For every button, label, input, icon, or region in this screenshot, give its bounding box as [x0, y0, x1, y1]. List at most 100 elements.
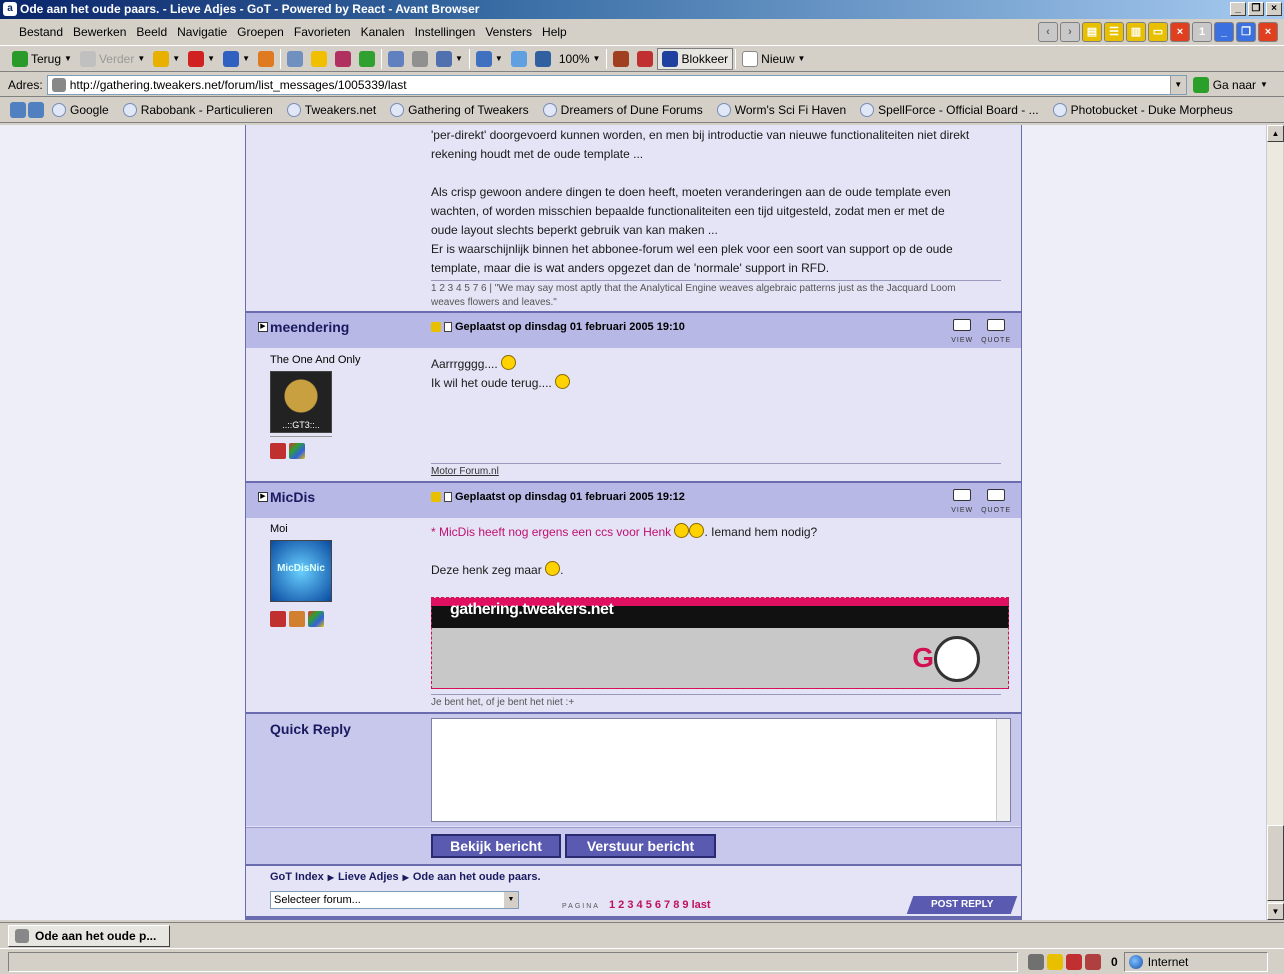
browser-tab[interactable]: Ode aan het oude p...: [8, 925, 170, 947]
chevron-down-icon[interactable]: ▼: [172, 54, 180, 63]
address-input[interactable]: http://gathering.tweakers.net/forum/list…: [46, 74, 1187, 95]
history-button[interactable]: [331, 48, 355, 70]
quote-button[interactable]: QUOTE: [981, 489, 1011, 515]
next-window-icon[interactable]: ›: [1060, 22, 1080, 42]
restore-button[interactable]: ❐: [1248, 2, 1264, 16]
search-button[interactable]: [283, 48, 307, 70]
new-button[interactable]: Nieuw ▼: [738, 48, 809, 70]
minimize-all-icon[interactable]: ▭: [1148, 22, 1168, 42]
chevron-down-icon[interactable]: ▼: [455, 54, 463, 63]
link-photobucket[interactable]: Photobucket - Duke Morpheus: [1047, 103, 1239, 117]
forum-select[interactable]: Selecteer forum... ▼: [270, 891, 519, 909]
send-button[interactable]: Verstuur bericht: [565, 834, 716, 858]
forward-button[interactable]: Verder ▼: [76, 48, 149, 70]
view-button[interactable]: VIEW: [951, 489, 973, 515]
images-button[interactable]: [609, 48, 633, 70]
breadcrumb-link[interactable]: Lieve Adjes: [338, 871, 399, 883]
popup-button[interactable]: [633, 48, 657, 70]
cascade-icon[interactable]: ▤: [1082, 22, 1102, 42]
mail-button[interactable]: ▼: [432, 48, 467, 70]
signature-link[interactable]: Motor Forum.nl: [431, 465, 991, 479]
edit-button[interactable]: [384, 48, 408, 70]
home-icon[interactable]: [289, 611, 305, 627]
quote-button[interactable]: QUOTE: [981, 319, 1011, 345]
stop-button[interactable]: ▼: [184, 48, 219, 70]
channels-button[interactable]: [355, 48, 379, 70]
link-rabobank[interactable]: Rabobank - Particulieren: [117, 103, 279, 117]
link-google[interactable]: Google: [46, 103, 115, 117]
scroll-thumb[interactable]: [1267, 825, 1284, 901]
preview-button[interactable]: Bekijk bericht: [431, 834, 561, 858]
link-tweakers[interactable]: Tweakers.net: [281, 103, 382, 117]
scroll-down-icon[interactable]: ▼: [1267, 903, 1284, 920]
page-links[interactable]: 1 2 3 4 5 6 7 8 9: [609, 899, 689, 911]
tile-vertical-icon[interactable]: ▥: [1126, 22, 1146, 42]
chevron-down-icon[interactable]: ▼: [504, 892, 518, 908]
chevron-down-icon[interactable]: ▼: [593, 54, 601, 63]
fullscreen-button[interactable]: ▼: [472, 48, 507, 70]
child-restore-icon[interactable]: ❐: [1236, 22, 1256, 42]
links-settings-icon[interactable]: [10, 102, 26, 118]
block-button[interactable]: Blokkeer: [657, 47, 734, 70]
chevron-down-icon[interactable]: ▼: [137, 54, 145, 63]
link-spellforce[interactable]: SpellForce - Official Board - ...: [854, 103, 1045, 117]
links-add-icon[interactable]: [28, 102, 44, 118]
minimize-button[interactable]: _: [1230, 2, 1246, 16]
menu-beeld[interactable]: Beeld: [131, 25, 172, 39]
favorites-button[interactable]: [307, 48, 331, 70]
menu-favorieten[interactable]: Favorieten: [289, 25, 356, 39]
back-button[interactable]: Terug ▼: [8, 48, 76, 70]
post-marker-icon: ▶: [258, 322, 268, 332]
menu-kanalen[interactable]: Kanalen: [356, 25, 410, 39]
msn-icon[interactable]: [308, 611, 324, 627]
link-gathering[interactable]: Gathering of Tweakers: [384, 103, 535, 117]
translate-button[interactable]: [507, 48, 531, 70]
print-button[interactable]: [408, 48, 432, 70]
link-worm[interactable]: Worm's Sci Fi Haven: [711, 103, 852, 117]
menu-vensters[interactable]: Vensters: [480, 25, 537, 39]
scrollbar[interactable]: [996, 719, 1010, 821]
chevron-down-icon[interactable]: ▼: [798, 54, 806, 63]
profile-icon[interactable]: [270, 443, 286, 459]
flash-icon[interactable]: [1085, 953, 1101, 970]
child-minimize-icon[interactable]: _: [1214, 22, 1234, 42]
child-close-icon[interactable]: ×: [1258, 22, 1278, 42]
up-button[interactable]: ▼: [149, 48, 184, 70]
post-username[interactable]: meendering: [270, 319, 349, 335]
menu-navigatie[interactable]: Navigatie: [172, 25, 232, 39]
view-button[interactable]: VIEW: [951, 319, 973, 345]
menu-bewerken[interactable]: Bewerken: [68, 25, 131, 39]
menu-groepen[interactable]: Groepen: [232, 25, 289, 39]
link-dune[interactable]: Dreamers of Dune Forums: [537, 103, 709, 117]
home-button[interactable]: [254, 48, 278, 70]
chevron-down-icon[interactable]: ▼: [64, 54, 72, 63]
menu-help[interactable]: Help: [537, 25, 572, 39]
breadcrumb-link[interactable]: GoT Index: [270, 871, 324, 883]
refresh-button[interactable]: ▼: [219, 48, 254, 70]
last-page-link[interactable]: last: [692, 899, 711, 911]
chevron-down-icon[interactable]: ▼: [207, 54, 215, 63]
chevron-down-icon[interactable]: ▼: [1169, 75, 1186, 94]
quick-reply-textarea[interactable]: [431, 718, 1011, 822]
msn-icon[interactable]: [289, 443, 305, 459]
network-icon[interactable]: [1028, 953, 1044, 970]
close-all-icon[interactable]: ×: [1170, 22, 1190, 42]
post-reply-button[interactable]: POST REPLY: [906, 896, 1018, 914]
menu-instellingen[interactable]: Instellingen: [410, 25, 481, 39]
font-button[interactable]: [531, 48, 555, 70]
lock-icon: [1047, 953, 1063, 970]
tile-horizontal-icon[interactable]: ☰: [1104, 22, 1124, 42]
go-button[interactable]: Ga naar ▼: [1192, 76, 1268, 93]
scroll-up-icon[interactable]: ▲: [1267, 125, 1284, 142]
page-scrollbar[interactable]: ▲ ▼: [1266, 125, 1284, 920]
chevron-down-icon[interactable]: ▼: [495, 54, 503, 63]
previous-window-icon[interactable]: ‹: [1038, 22, 1058, 42]
chevron-down-icon[interactable]: ▼: [1260, 80, 1268, 89]
menu-bestand[interactable]: Bestand: [14, 25, 68, 39]
close-button[interactable]: ×: [1266, 2, 1282, 16]
popup-blocked-icon[interactable]: [1066, 953, 1082, 970]
chevron-down-icon[interactable]: ▼: [242, 54, 250, 63]
post-username[interactable]: MicDis: [270, 489, 315, 505]
zoom-button[interactable]: 100% ▼: [555, 48, 605, 70]
profile-icon[interactable]: [270, 611, 286, 627]
